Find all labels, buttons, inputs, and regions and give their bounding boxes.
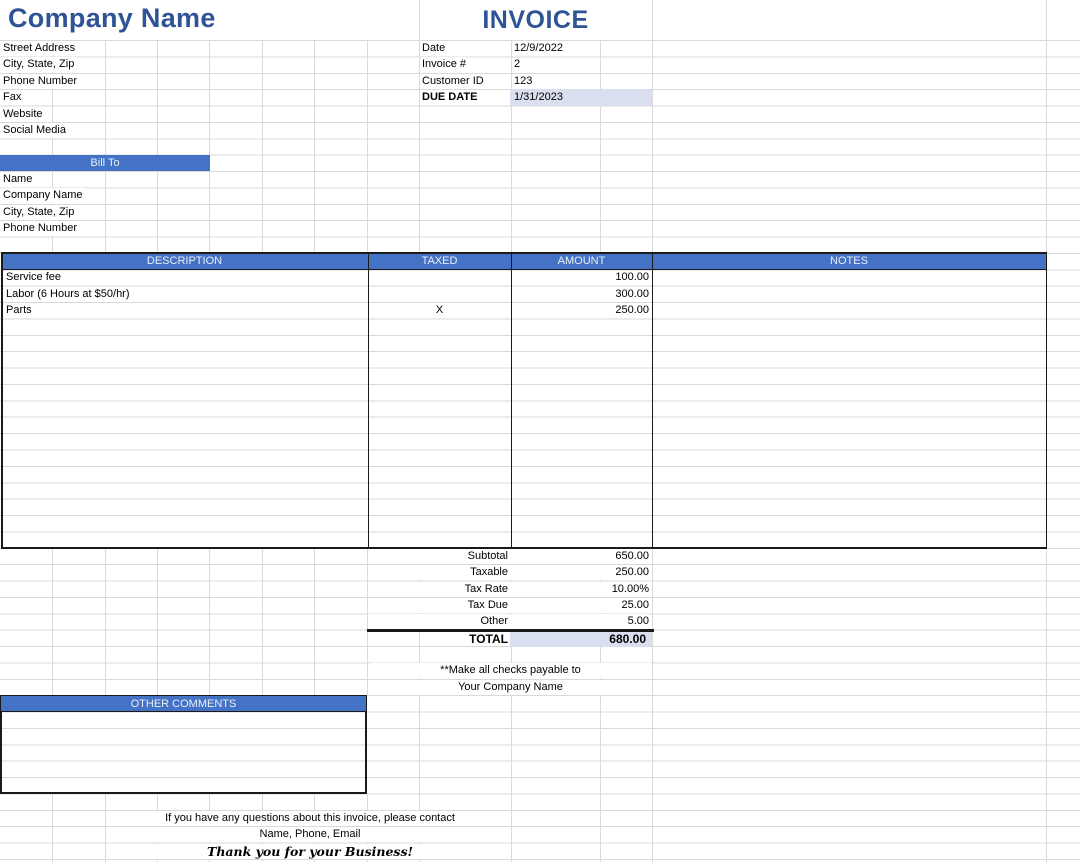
other-label: Other xyxy=(368,614,508,629)
item-description[interactable]: Labor (6 Hours at $50/hr) xyxy=(6,287,130,302)
item-amount[interactable]: 250.00 xyxy=(511,303,649,318)
tax-due-value[interactable]: 25.00 xyxy=(511,598,649,613)
taxable-label: Taxable xyxy=(368,565,508,580)
bill-to-phone-label: Phone Number xyxy=(3,221,80,236)
total-label: TOTAL xyxy=(368,632,508,647)
notes-column-area[interactable] xyxy=(652,269,1046,547)
vertical-gridline xyxy=(209,548,210,695)
bill-to-city-label: City, State, Zip xyxy=(3,205,77,220)
vertical-gridline xyxy=(262,40,263,253)
item-amount[interactable]: 300.00 xyxy=(511,287,649,302)
vertical-gridline xyxy=(262,548,263,695)
table-top-border xyxy=(1,252,1047,254)
notes-column-header: NOTES xyxy=(652,253,1046,269)
company-city-label: City, State, Zip xyxy=(3,57,77,72)
vertical-gridline xyxy=(419,0,420,253)
footer-contact-line: If you have any questions about this inv… xyxy=(110,811,510,826)
vertical-gridline xyxy=(105,548,106,695)
taxable-value[interactable]: 250.00 xyxy=(511,565,649,580)
vertical-gridline xyxy=(52,794,53,862)
due-date-label: DUE DATE xyxy=(422,90,477,105)
vertical-gridline xyxy=(209,40,210,253)
vertical-gridline xyxy=(1046,548,1047,862)
table-col-border-notes xyxy=(652,252,654,549)
other-comments-header-bar: OTHER COMMENTS xyxy=(0,695,367,711)
vertical-gridline xyxy=(1046,0,1047,253)
customer-id-label: Customer ID xyxy=(422,74,484,89)
vertical-gridline xyxy=(314,40,315,253)
vertical-gridline xyxy=(600,40,601,253)
vertical-gridline xyxy=(105,794,106,862)
table-right-border xyxy=(1046,252,1048,549)
footer-contact-details: Name, Phone, Email xyxy=(110,827,510,842)
table-bottom-border xyxy=(1,547,1047,549)
item-amount[interactable]: 100.00 xyxy=(511,270,649,285)
date-value[interactable]: 12/9/2022 xyxy=(514,41,563,56)
company-fax-label: Fax xyxy=(3,90,24,105)
vertical-gridline xyxy=(52,548,53,695)
checks-payable-company: Your Company Name xyxy=(370,680,651,695)
subtotal-label: Subtotal xyxy=(368,549,508,564)
total-value[interactable]: 680.00 xyxy=(512,632,646,647)
vertical-gridline xyxy=(314,548,315,695)
footer-thank-you: Thank you for your Business! xyxy=(110,844,510,859)
tax-rate-value[interactable]: 10.00% xyxy=(511,582,649,597)
table-left-border xyxy=(1,252,3,549)
company-phone-label: Phone Number xyxy=(3,74,80,89)
taxed-column-header: TAXED xyxy=(368,253,511,269)
vertical-gridline xyxy=(157,40,158,253)
bill-to-company-label: Company Name xyxy=(3,188,85,203)
vertical-gridline xyxy=(157,548,158,695)
vertical-gridline xyxy=(367,40,368,253)
other-value[interactable]: 5.00 xyxy=(511,614,649,629)
tax-rate-label: Tax Rate xyxy=(368,582,508,597)
due-date-value[interactable]: 1/31/2023 xyxy=(514,90,563,105)
bill-to-name-label: Name xyxy=(3,172,35,187)
vertical-gridline xyxy=(511,40,512,253)
other-comments-box[interactable] xyxy=(0,712,367,794)
invoice-title: INVOICE xyxy=(419,6,652,35)
date-label: Date xyxy=(422,41,445,56)
item-description[interactable]: Parts xyxy=(6,303,32,318)
vertical-gridline xyxy=(652,0,653,253)
description-column-header: DESCRIPTION xyxy=(1,253,368,269)
item-taxed-mark[interactable]: X xyxy=(368,303,511,318)
company-website-label: Website xyxy=(3,107,46,122)
invoice-sheet: Company Name INVOICE Street Address City… xyxy=(0,0,1080,868)
invoice-number-label: Invoice # xyxy=(422,57,466,72)
item-description[interactable]: Service fee xyxy=(6,270,61,285)
amount-column-header: AMOUNT xyxy=(511,253,652,269)
checks-payable-note: **Make all checks payable to xyxy=(370,663,651,678)
bill-to-header-bar: Bill To xyxy=(0,155,210,171)
invoice-number-value[interactable]: 2 xyxy=(514,57,520,72)
company-social-label: Social Media xyxy=(3,123,69,138)
company-name-title: Company Name xyxy=(8,3,216,34)
vertical-gridline xyxy=(652,548,653,862)
subtotal-value[interactable]: 650.00 xyxy=(511,549,649,564)
tax-due-label: Tax Due xyxy=(368,598,508,613)
company-street-label: Street Address xyxy=(3,41,78,56)
vertical-gridline xyxy=(105,40,106,253)
table-col-border-taxed xyxy=(368,252,370,549)
customer-id-value[interactable]: 123 xyxy=(514,74,532,89)
